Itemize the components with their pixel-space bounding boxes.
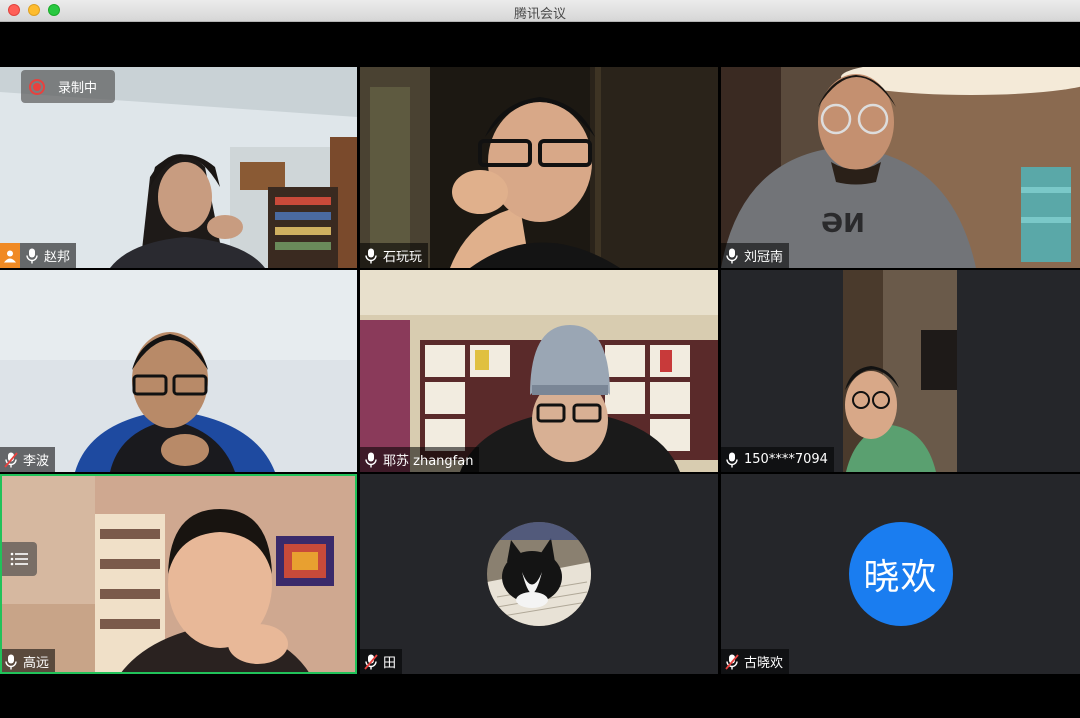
svg-text:ƏИ: ƏИ [821,209,865,239]
mic-muted-icon [364,654,378,670]
participant-name: 古晓欢 [744,656,784,671]
record-icon [29,78,45,95]
participant-nametag: 赵邦 [0,243,77,268]
mic-icon [25,248,39,264]
participant-name: 赵邦 [44,250,71,265]
participant-nametag: 耶苏 zhangfan [360,447,480,472]
cat-avatar-icon [487,522,591,626]
recording-label: 录制中 [58,81,98,96]
mic-muted-icon [4,452,18,468]
mic-icon [364,452,378,468]
participant-video [0,270,357,472]
mic-icon [725,248,739,264]
mic-icon [364,248,378,264]
participant-video [721,270,1080,472]
participant-tile-liuguannan[interactable]: ƏИ 刘冠南 [721,67,1080,268]
participant-name: 150****7094 [744,452,828,467]
participant-video [360,270,718,472]
participant-name: 田 [383,656,397,671]
participant-tile-150-7094[interactable]: 150****7094 [721,270,1080,472]
participant-name: 李波 [23,454,50,469]
participant-nametag: 石玩玩 [360,243,429,268]
participant-tile-gaoyuan[interactable]: 高远 [0,474,357,674]
participant-video: ƏИ [721,67,1080,268]
participant-tile-libo[interactable]: 李波 [0,270,357,472]
mic-icon [725,452,739,468]
participant-nametag: 李波 [0,447,56,472]
participant-tile-tian[interactable]: 田 [360,474,718,674]
participant-name: 耶苏 zhangfan [383,454,474,469]
participant-video [0,474,357,674]
mic-icon [4,654,18,670]
recording-indicator[interactable]: 录制中 [21,70,115,103]
participant-tile-zhaobang[interactable]: 录制中 赵邦 [0,67,357,268]
participant-avatar [487,522,591,626]
video-grid: 录制中 赵邦 石玩玩 ƏИ 刘冠南 李波 耶苏 zhangfan 150****… [0,67,1080,674]
participant-tile-shiwanwan[interactable]: 石玩玩 [360,67,718,268]
host-icon [0,243,20,268]
participant-nametag: 高远 [0,649,56,674]
participant-nametag: 古晓欢 [721,649,790,674]
participant-name: 石玩玩 [383,250,423,265]
participant-name: 刘冠南 [744,250,784,265]
window-title: 腾讯会议 [513,7,566,22]
participant-tile-guxiaohuan[interactable]: 晓欢 古晓欢 [721,474,1080,674]
participant-nametag: 150****7094 [721,447,834,472]
participant-nametag: 刘冠南 [721,243,790,268]
list-menu-icon [10,552,28,566]
participant-nametag: 田 [360,649,403,674]
participant-avatar: 晓欢 [848,522,953,626]
participant-name: 高远 [23,656,50,671]
participant-tile-yesu-zhangfan[interactable]: 耶苏 zhangfan [360,270,718,472]
participant-video [360,67,718,268]
mic-muted-icon [725,654,739,670]
list-menu-button[interactable] [0,542,37,576]
window-titlebar: 腾讯会议 [0,0,1080,22]
